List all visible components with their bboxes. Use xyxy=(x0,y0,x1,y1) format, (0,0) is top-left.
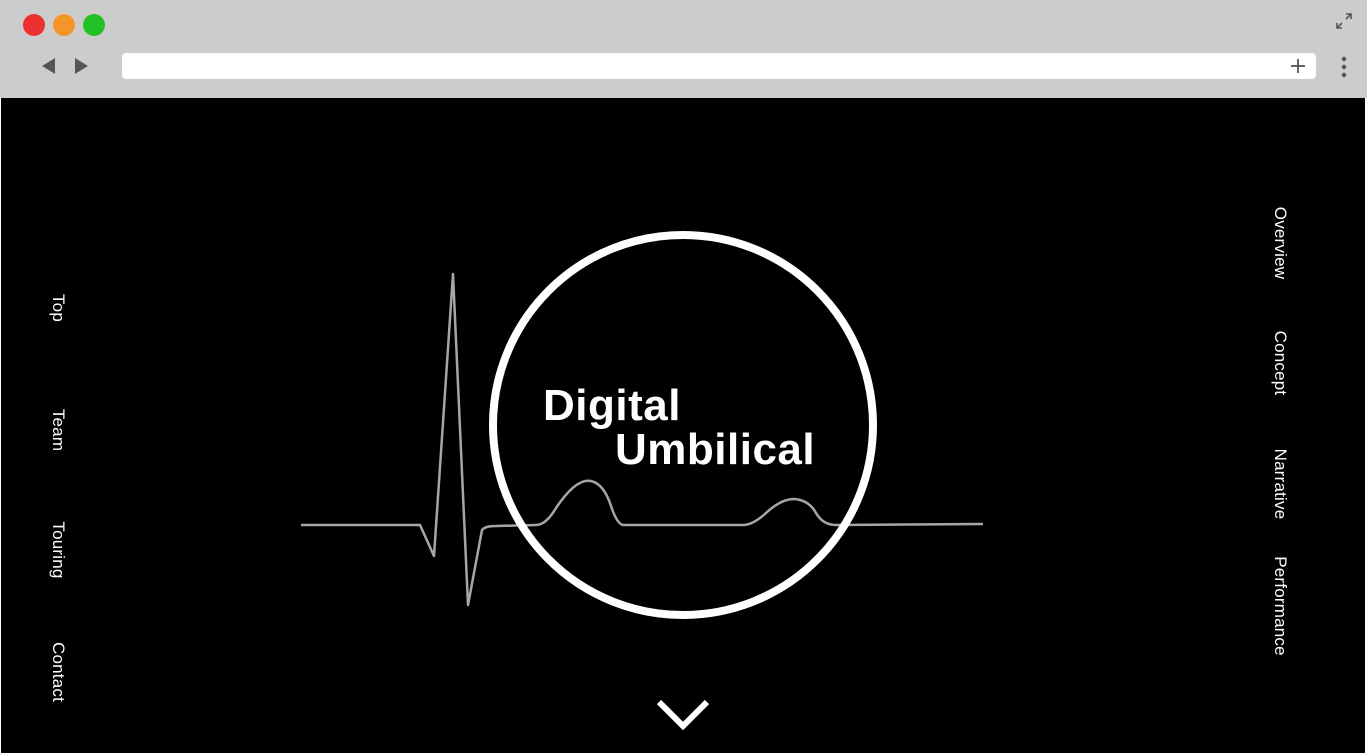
fullscreen-expand-icon[interactable] xyxy=(1335,12,1353,30)
minimize-window-button[interactable] xyxy=(53,14,75,36)
nav-contact[interactable]: Contact xyxy=(48,638,68,706)
address-bar[interactable] xyxy=(122,53,1316,79)
nav-performance[interactable]: Performance xyxy=(1270,554,1290,658)
nav-team[interactable]: Team xyxy=(48,407,68,453)
close-window-button[interactable] xyxy=(23,14,45,36)
maximize-window-button[interactable] xyxy=(83,14,105,36)
chevron-down-icon[interactable] xyxy=(655,698,711,734)
page-viewport: Digital Umbilical Top Team Touring Conta… xyxy=(1,98,1365,753)
forward-arrow-icon[interactable] xyxy=(72,57,90,75)
nav-narrative[interactable]: Narrative xyxy=(1270,447,1290,521)
new-tab-plus-icon[interactable] xyxy=(1288,56,1308,76)
hero-title-line-2: Umbilical xyxy=(615,425,816,474)
nav-overview[interactable]: Overview xyxy=(1270,206,1290,280)
browser-chrome xyxy=(0,0,1367,98)
back-arrow-icon[interactable] xyxy=(40,57,58,75)
hero-title-line-1: Digital xyxy=(543,381,681,430)
kebab-menu-icon[interactable] xyxy=(1341,56,1347,78)
nav-top[interactable]: Top xyxy=(48,290,68,326)
nav-touring[interactable]: Touring xyxy=(48,517,68,583)
nav-concept[interactable]: Concept xyxy=(1270,328,1290,398)
